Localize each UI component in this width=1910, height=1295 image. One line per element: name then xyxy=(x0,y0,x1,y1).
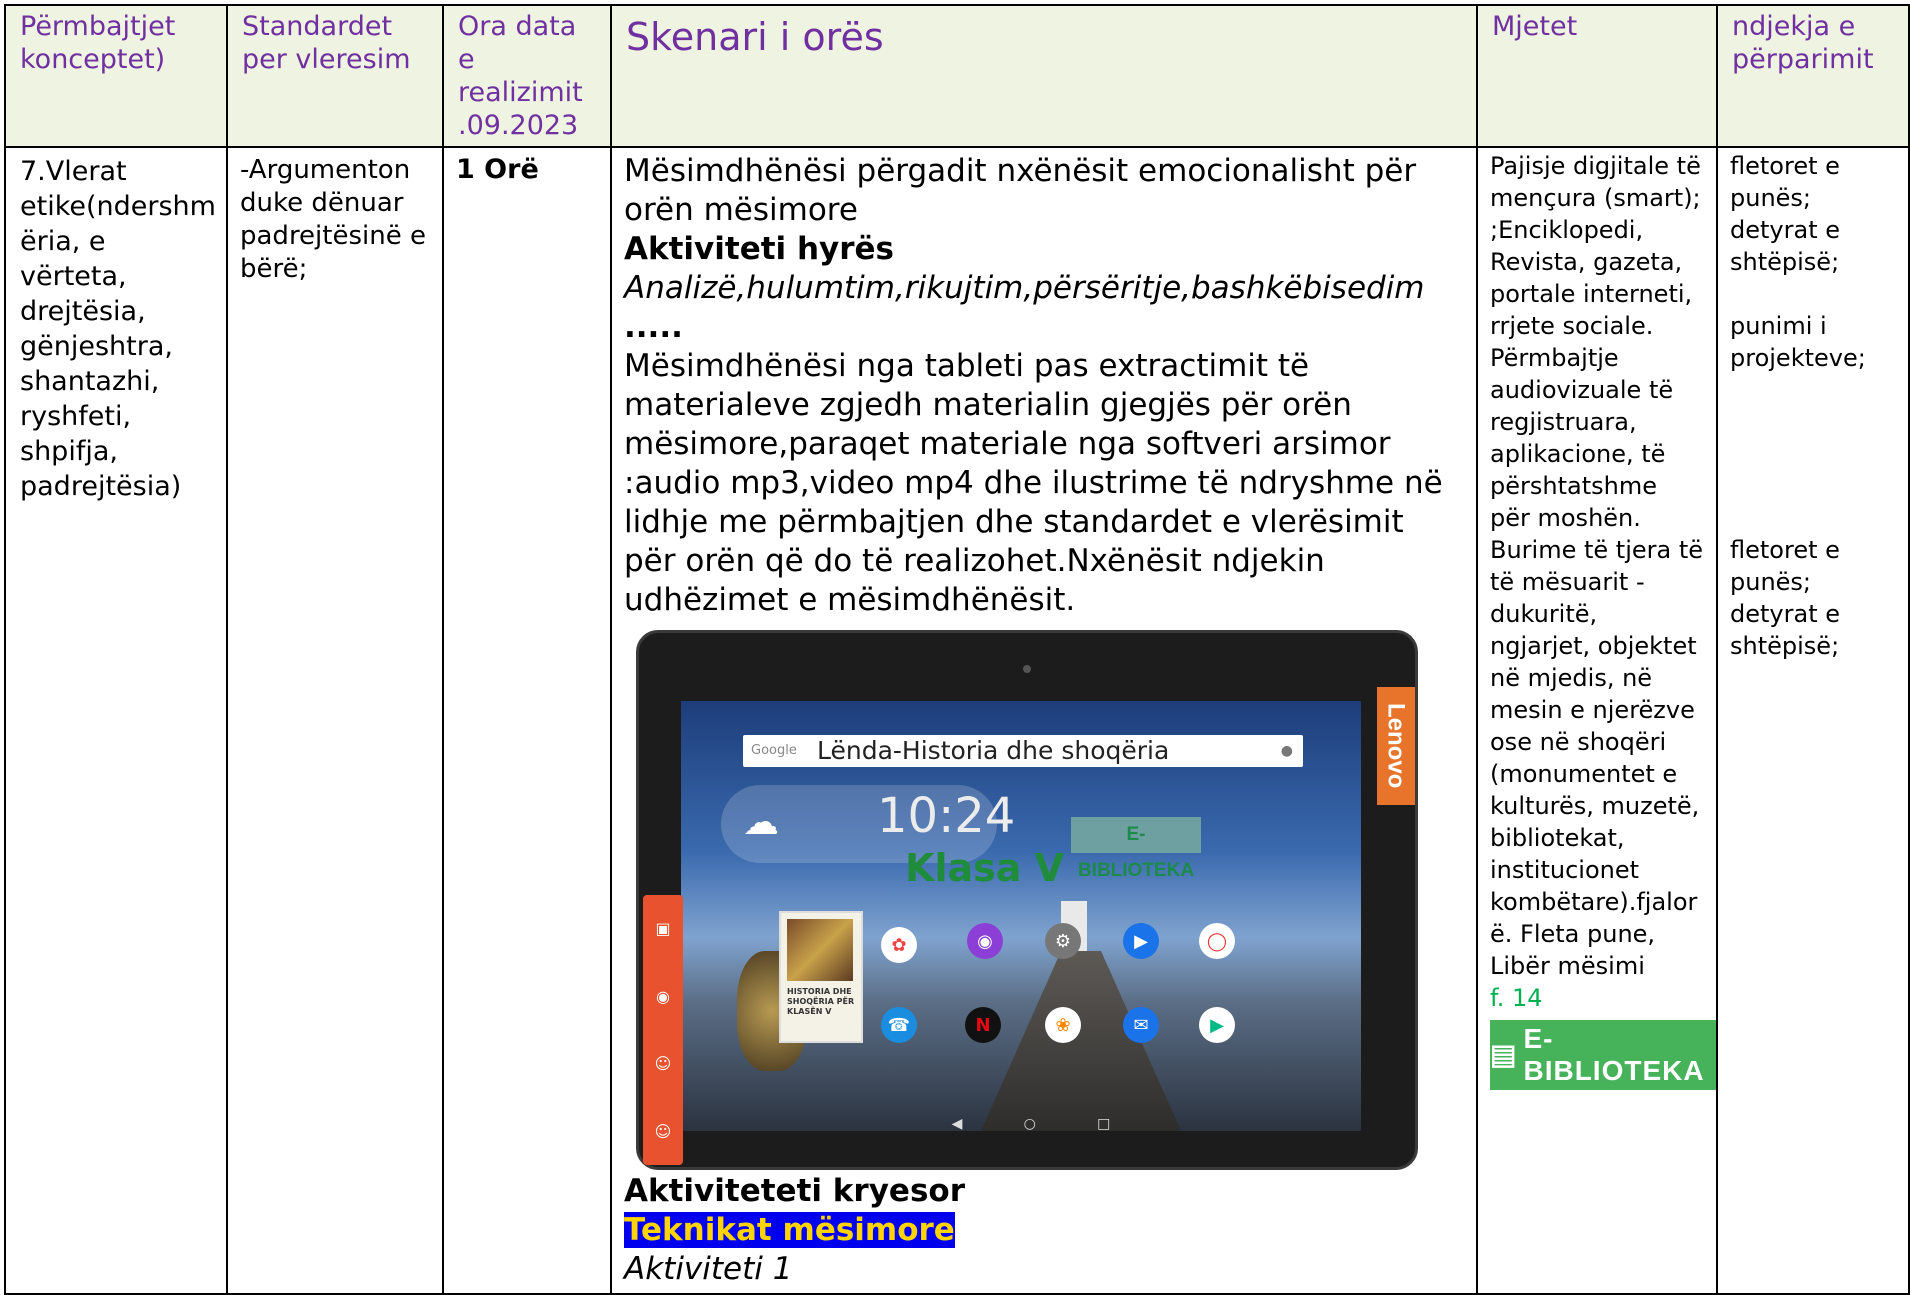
header-standards: Standardet per vleresim xyxy=(242,11,411,75)
pier-graphic xyxy=(981,951,1181,1131)
home-icon: ○ xyxy=(1023,1116,1036,1131)
back-icon: ◀ xyxy=(951,1116,963,1131)
display-icon: ▣ xyxy=(655,919,671,939)
activity-1-label: Aktiviteti 1 xyxy=(624,1251,793,1287)
tablet-image: Lenovo Google Lënda-Historia dhe shoqëri… xyxy=(636,630,1418,1170)
progress-workbooks: fletoret e punës; xyxy=(1730,152,1840,212)
contacts-app-icon: ☎ xyxy=(881,1007,917,1043)
header-scenario: Skenari i orës xyxy=(626,15,884,59)
hours-cell: 1 Orë xyxy=(456,154,539,185)
standard-cell: -Argumenton duke dënuar padrejtësinë e b… xyxy=(240,155,426,284)
play-store-icon: ▶ xyxy=(1199,1007,1235,1043)
settings-gear-icon: ⚙ xyxy=(1045,923,1081,959)
messages-icon: ✉ xyxy=(1123,1007,1159,1043)
header-row: Përmbajtjet konceptet) Standardet per vl… xyxy=(4,4,1910,148)
concepts-cell: 7.Vlerat etike(ndershm ëria, e vërteta, … xyxy=(20,156,216,502)
textbook-cover: HISTORIA DHE SHOQËRIA PËR KLASËN V xyxy=(779,911,863,1043)
header-tools: Mjetet xyxy=(1492,11,1578,42)
kids-icon: ☺ xyxy=(654,1121,672,1141)
tools-page-ref: f. 14 xyxy=(1490,984,1543,1012)
side-feature-panel: ▣ ◉ ☺ ☺ xyxy=(643,895,683,1165)
tools-cell: Pajisje digjitale të mençura (smart); ;E… xyxy=(1478,148,1716,1092)
header-progress: ndjekja e përparimit xyxy=(1732,11,1874,75)
header-concepts: Përmbajtjet konceptet) xyxy=(20,11,176,75)
techniques-line: Teknikat mësimore xyxy=(624,1211,1464,1250)
clock-time: 10:24 xyxy=(877,788,1016,844)
book-cover-art xyxy=(787,919,853,981)
progress-homework: detyrat e shtëpisë; xyxy=(1730,216,1840,276)
account-icon: ☺ xyxy=(654,1054,672,1074)
e-biblioteka-badge-text: E-BIBLIOTEKA xyxy=(1523,1023,1705,1086)
class-label: Klasa V xyxy=(905,846,1065,890)
recents-icon: □ xyxy=(1097,1116,1111,1131)
activity-heading: Aktiviteti hyrës xyxy=(624,231,895,267)
header-hours-date: Ora data e realizimit .09.2023 xyxy=(458,11,583,141)
content-row: 7.Vlerat etike(ndershm ëria, e vërteta, … xyxy=(4,146,1910,1295)
tools-text: Pajisje digjitale të mençura (smart); ;E… xyxy=(1490,152,1704,980)
scenario-cell: Mësimdhënësi përgadit nxënësit emocional… xyxy=(612,148,1476,1293)
progress-projects: punimi i projekteve; xyxy=(1730,312,1866,372)
techniques-highlight: Teknikat mësimore xyxy=(624,1212,955,1248)
lenovo-logo: Lenovo xyxy=(1377,687,1415,805)
main-activity-heading: Aktiviteteti kryesor xyxy=(624,1173,965,1209)
e-biblioteka-logo: E-BIBLIOTEKA xyxy=(1071,817,1201,881)
app-store-icon: ❀ xyxy=(1045,1007,1081,1043)
progress-homework-2: detyrat e shtëpisë; xyxy=(1730,600,1840,660)
scenario-body: Mësimdhënësi nga tableti pas extractimit… xyxy=(624,348,1443,618)
methods-text: Analizë,hulumtim,rikujtim,përsëritje,bas… xyxy=(624,270,1425,306)
book-icon: ▤ xyxy=(1490,1039,1518,1070)
lesson-plan-table: Përmbajtjet konceptet) Standardet per vl… xyxy=(4,4,1910,1295)
camera-app-icon: ◉ xyxy=(967,923,1003,959)
speaker-icon: ◉ xyxy=(656,986,670,1006)
camera-dot xyxy=(1023,665,1031,673)
scenario-intro: Mësimdhënësi përgadit nxënësit emocional… xyxy=(624,153,1417,228)
netflix-icon: N xyxy=(965,1007,1001,1043)
google-logo: Google xyxy=(751,743,797,758)
mic-icon: ● xyxy=(1280,743,1293,759)
android-nav-bar: ◀ ○ □ xyxy=(921,1105,1141,1131)
chrome-icon: ◯ xyxy=(1199,923,1235,959)
search-bar: Google Lënda-Historia dhe shoqëria ● xyxy=(743,735,1303,767)
weather-cloud-icon: ☁ xyxy=(743,802,779,843)
e-biblioteka-badge: ▤ E-BIBLIOTEKA xyxy=(1490,1020,1716,1090)
search-text: Lënda-Historia dhe shoqëria xyxy=(817,736,1170,765)
progress-cell: fletoret e punës; detyrat e shtëpisë; pu… xyxy=(1718,148,1908,664)
methods-suffix: ..... xyxy=(624,309,683,345)
book-title: HISTORIA DHE SHOQËRIA PËR KLASËN V xyxy=(787,987,855,1016)
photos-app-icon: ✿ xyxy=(881,927,917,963)
duo-video-icon: ▶ xyxy=(1123,923,1159,959)
progress-workbooks-2: fletoret e punës; xyxy=(1730,536,1840,596)
tablet-screen: Google Lënda-Historia dhe shoqëria ● ☁ 1… xyxy=(681,701,1361,1131)
methods-line: Analizë,hulumtim,rikujtim,përsëritje,bas… xyxy=(624,269,1464,347)
